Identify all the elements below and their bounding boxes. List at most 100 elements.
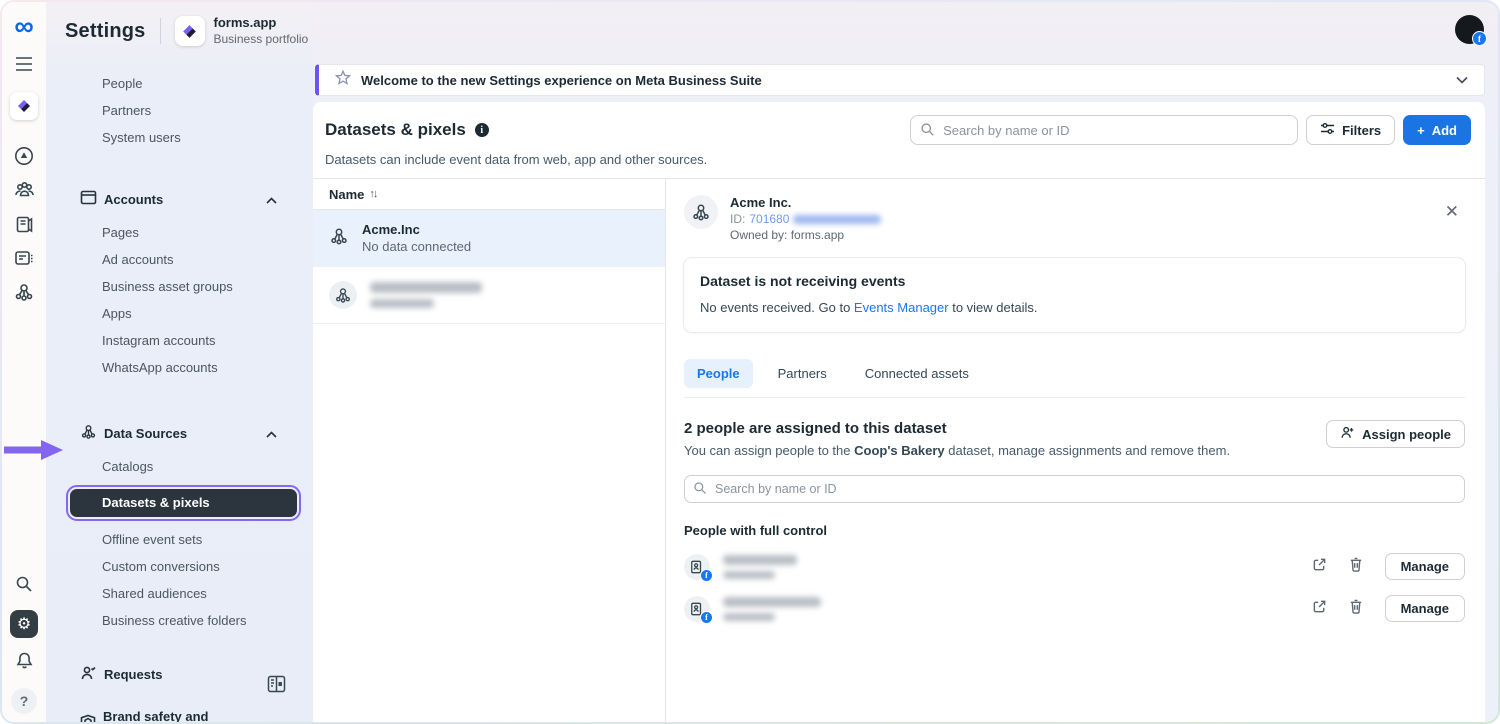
redacted-person-role xyxy=(723,612,775,621)
header-divider xyxy=(159,18,161,44)
people-desc-dataset-name: Coop's Bakery xyxy=(854,443,945,458)
sidebar-item-business-creative-folders[interactable]: Business creative folders xyxy=(46,607,313,634)
search-input[interactable] xyxy=(910,115,1299,145)
tab-people[interactable]: People xyxy=(684,359,753,388)
people-desc-after: dataset, manage assignments and remove t… xyxy=(944,443,1231,458)
alert-text: No events received. Go to Events Manager… xyxy=(700,300,1449,315)
tab-connected-assets[interactable]: Connected assets xyxy=(852,359,982,388)
delete-icon[interactable] xyxy=(1349,557,1363,577)
data-sources-label: Data Sources xyxy=(104,425,188,441)
sidebar-item-pages[interactable]: Pages xyxy=(46,219,313,246)
close-icon[interactable]: ✕ xyxy=(1445,203,1459,220)
add-button[interactable]: + Add xyxy=(1403,115,1471,145)
portfolio-type: Business portfolio xyxy=(213,31,309,46)
detail-header: Acme Inc. ID: 701680 Owned by: forms.app xyxy=(684,195,1465,242)
people-section-header: 2 people are assigned to this dataset Yo… xyxy=(684,420,1465,458)
accounts-items: Pages Ad accounts Business asset groups … xyxy=(46,213,313,381)
section-title: Datasets & pixels xyxy=(325,120,466,139)
dataset-row-redacted[interactable] xyxy=(313,267,665,324)
help-icon[interactable]: ? xyxy=(11,688,37,714)
filters-button[interactable]: Filters xyxy=(1306,115,1396,145)
id-value: 701680 xyxy=(749,212,790,226)
redacted-person-name xyxy=(723,596,821,607)
person-add-icon xyxy=(1340,425,1355,443)
search-icon xyxy=(693,481,707,500)
manage-button[interactable]: Manage xyxy=(1384,595,1465,622)
boost-icon[interactable] xyxy=(10,142,38,170)
sidebar-item-offline-event-sets[interactable]: Offline event sets xyxy=(46,526,313,553)
accounts-label: Accounts xyxy=(104,191,164,207)
sidebar-item-people[interactable]: People xyxy=(46,70,313,97)
rail-bottom-group: ⚙ ? xyxy=(10,560,38,722)
user-avatar[interactable]: f xyxy=(1455,15,1487,46)
billing-icon[interactable] xyxy=(10,244,38,272)
open-external-icon[interactable] xyxy=(1312,599,1327,619)
plus-icon: + xyxy=(1417,122,1425,138)
people-search-input[interactable] xyxy=(684,475,1465,503)
accounts-section-header[interactable]: Accounts xyxy=(46,185,313,213)
menu-icon[interactable] xyxy=(10,50,38,78)
filters-icon xyxy=(1320,122,1335,138)
data-sources-icon[interactable] xyxy=(10,278,38,306)
sidebar-item-apps[interactable]: Apps xyxy=(46,300,313,327)
full-control-heading: People with full control xyxy=(684,523,827,538)
dataset-avatar-icon xyxy=(684,195,718,229)
dataset-row-acme[interactable]: Acme.Inc No data connected xyxy=(313,210,665,267)
sidebar-item-custom-conversions[interactable]: Custom conversions xyxy=(46,553,313,580)
assign-people-button[interactable]: Assign people xyxy=(1326,420,1465,448)
page-title: Settings xyxy=(65,19,146,42)
dataset-search xyxy=(910,115,1299,145)
collapse-sidebar-icon[interactable] xyxy=(267,675,286,698)
events-manager-link[interactable]: Events Manager xyxy=(854,300,949,315)
sidebar-item-ad-accounts[interactable]: Ad accounts xyxy=(46,246,313,273)
dataset-list: Name ↑↓ Acme.Inc No data connected xyxy=(313,179,666,722)
pages-icon[interactable] xyxy=(10,210,38,238)
delete-icon[interactable] xyxy=(1349,599,1363,619)
detail-dataset-id: ID: 701680 xyxy=(730,212,882,226)
redacted-person-role xyxy=(723,570,775,579)
search-icon[interactable] xyxy=(10,570,38,598)
open-external-icon[interactable] xyxy=(1312,557,1327,577)
people-desc-before: You can assign people to the xyxy=(684,443,855,458)
tab-partners[interactable]: Partners xyxy=(765,359,840,388)
sidebar-item-catalogs[interactable]: Catalogs xyxy=(46,453,313,480)
welcome-banner[interactable]: Welcome to the new Settings experience o… xyxy=(315,64,1485,96)
people-search xyxy=(684,475,1465,503)
alert-title: Dataset is not receiving events xyxy=(700,273,906,289)
sidebar-item-partners[interactable]: Partners xyxy=(46,97,313,124)
chevron-down-icon[interactable] xyxy=(1456,71,1468,89)
assign-people-label: Assign people xyxy=(1362,426,1451,442)
data-sources-section: Data Sources Catalogs Datasets & pixels … xyxy=(46,419,313,634)
list-column-header[interactable]: Name ↑↓ xyxy=(313,179,665,210)
settings-sidebar: Settings forms.app Business portfolio Pe… xyxy=(46,2,313,722)
sidebar-item-datasets-pixels[interactable]: Datasets & pixels xyxy=(70,489,297,517)
brand-safety-section-header[interactable]: Brand safety and suitabil... xyxy=(46,709,313,722)
person-avatar-icon: f xyxy=(684,595,713,624)
sidebar-item-instagram-accounts[interactable]: Instagram accounts xyxy=(46,327,313,354)
forms-app-badge-icon[interactable] xyxy=(10,92,38,120)
requests-icon xyxy=(80,665,97,684)
info-icon[interactable]: i xyxy=(474,123,489,137)
meta-logo-icon[interactable]: ∞ xyxy=(10,12,38,40)
sort-icon: ↑↓ xyxy=(369,188,378,200)
data-sources-section-header[interactable]: Data Sources xyxy=(46,419,313,447)
sidebar-item-shared-audiences[interactable]: Shared audiences xyxy=(46,580,313,607)
sidebar-item-whatsapp-accounts[interactable]: WhatsApp accounts xyxy=(46,354,313,381)
sidebar-item-business-asset-groups[interactable]: Business asset groups xyxy=(46,273,313,300)
accounts-icon xyxy=(80,190,97,208)
person-row: f Manage xyxy=(684,553,1465,582)
sidebar-item-system-users[interactable]: System users xyxy=(46,124,313,151)
settings-gear-icon[interactable]: ⚙ xyxy=(10,610,38,638)
redacted-person-name xyxy=(723,554,797,565)
manage-button[interactable]: Manage xyxy=(1384,553,1465,580)
chevron-down-icon xyxy=(266,717,277,722)
people-description: You can assign people to the Coop's Bake… xyxy=(684,443,1230,458)
portfolio-logo-icon[interactable] xyxy=(174,16,205,46)
screenshot-frame: ∞ ⚙ ? Settings forms.app Business portfo… xyxy=(0,0,1500,724)
people-group-icon[interactable] xyxy=(10,176,38,204)
search-icon xyxy=(920,122,935,142)
dataset-name: Acme.Inc xyxy=(362,222,420,237)
notifications-bell-icon[interactable] xyxy=(10,646,38,674)
toolbar: Filters + Add xyxy=(910,115,1471,145)
content-header: Datasets & pixels i Filters + Add xyxy=(313,102,1485,179)
